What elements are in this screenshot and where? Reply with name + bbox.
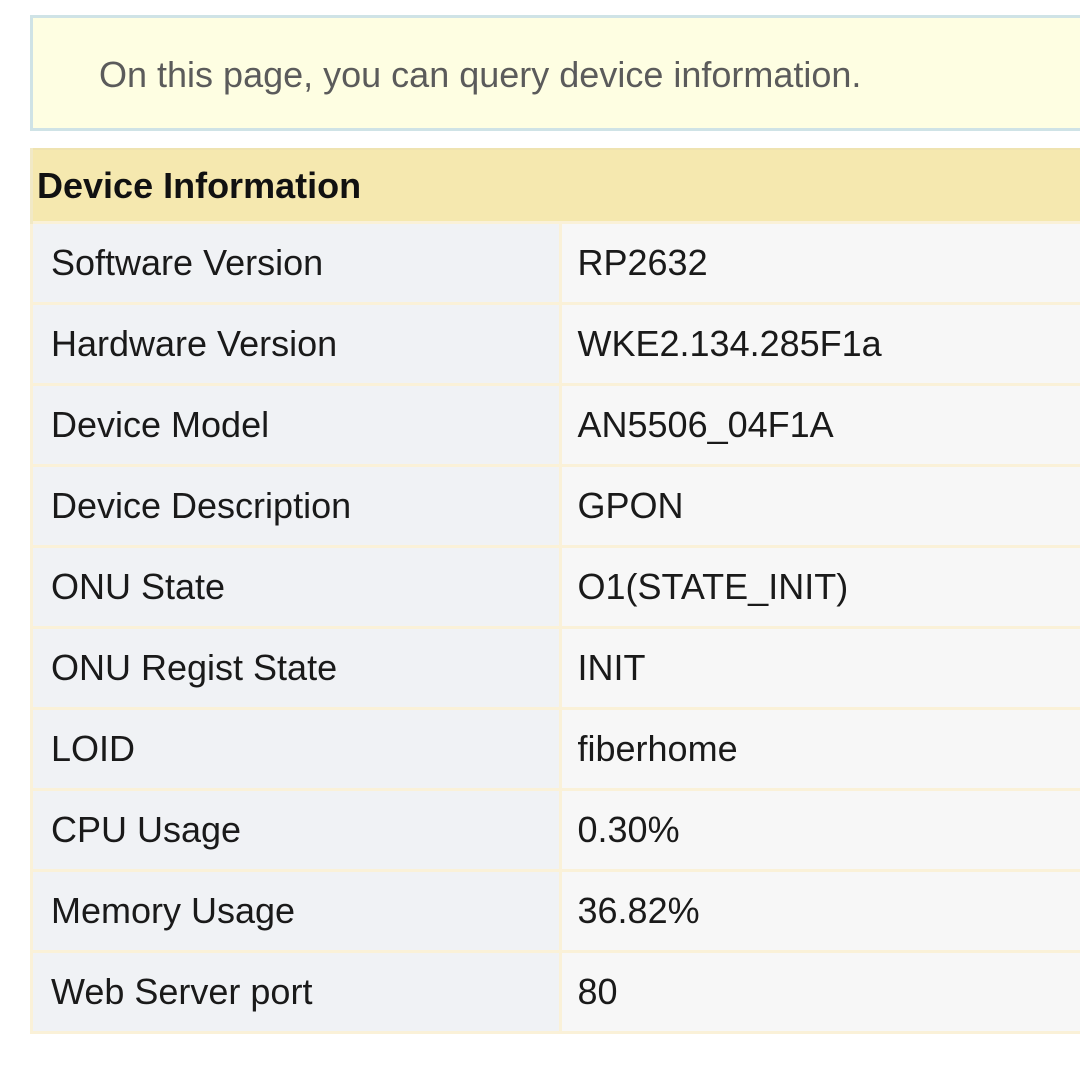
table-row: Device Description GPON: [30, 464, 1080, 548]
device-model-label: Device Model: [30, 383, 562, 467]
memory-usage-label: Memory Usage: [30, 869, 562, 953]
memory-usage-value: 36.82%: [558, 869, 1080, 953]
onu-regist-state-value: INIT: [558, 626, 1080, 710]
cpu-usage-label: CPU Usage: [30, 788, 562, 872]
web-server-port-value: 80: [558, 950, 1080, 1034]
table-row: Hardware Version WKE2.134.285F1a: [30, 302, 1080, 386]
software-version-label: Software Version: [30, 221, 562, 305]
device-info-page: On this page, you can query device infor…: [0, 0, 1080, 1066]
device-info-table: Device Information Software Version RP26…: [30, 148, 1080, 1034]
device-description-value: GPON: [558, 464, 1080, 548]
table-row: LOID fiberhome: [30, 707, 1080, 791]
table-row: Memory Usage 36.82%: [30, 869, 1080, 953]
web-server-port-label: Web Server port: [30, 950, 562, 1034]
device-description-label: Device Description: [30, 464, 562, 548]
table-row: Software Version RP2632: [30, 221, 1080, 305]
table-title: Device Information: [30, 148, 1080, 223]
table-row: CPU Usage 0.30%: [30, 788, 1080, 872]
hardware-version-label: Hardware Version: [30, 302, 562, 386]
loid-value: fiberhome: [558, 707, 1080, 791]
onu-regist-state-label: ONU Regist State: [30, 626, 562, 710]
page-description-banner: On this page, you can query device infor…: [30, 15, 1080, 131]
cpu-usage-value: 0.30%: [558, 788, 1080, 872]
table-row: Device Model AN5506_04F1A: [30, 383, 1080, 467]
loid-label: LOID: [30, 707, 562, 791]
software-version-value: RP2632: [558, 221, 1080, 305]
onu-state-label: ONU State: [30, 545, 562, 629]
device-model-value: AN5506_04F1A: [558, 383, 1080, 467]
page-description-text: On this page, you can query device infor…: [99, 54, 862, 95]
hardware-version-value: WKE2.134.285F1a: [558, 302, 1080, 386]
table-header-row: Device Information: [30, 148, 1080, 223]
table-row: ONU Regist State INIT: [30, 626, 1080, 710]
onu-state-value: O1(STATE_INIT): [558, 545, 1080, 629]
table-row: Web Server port 80: [30, 950, 1080, 1034]
table-row: ONU State O1(STATE_INIT): [30, 545, 1080, 629]
